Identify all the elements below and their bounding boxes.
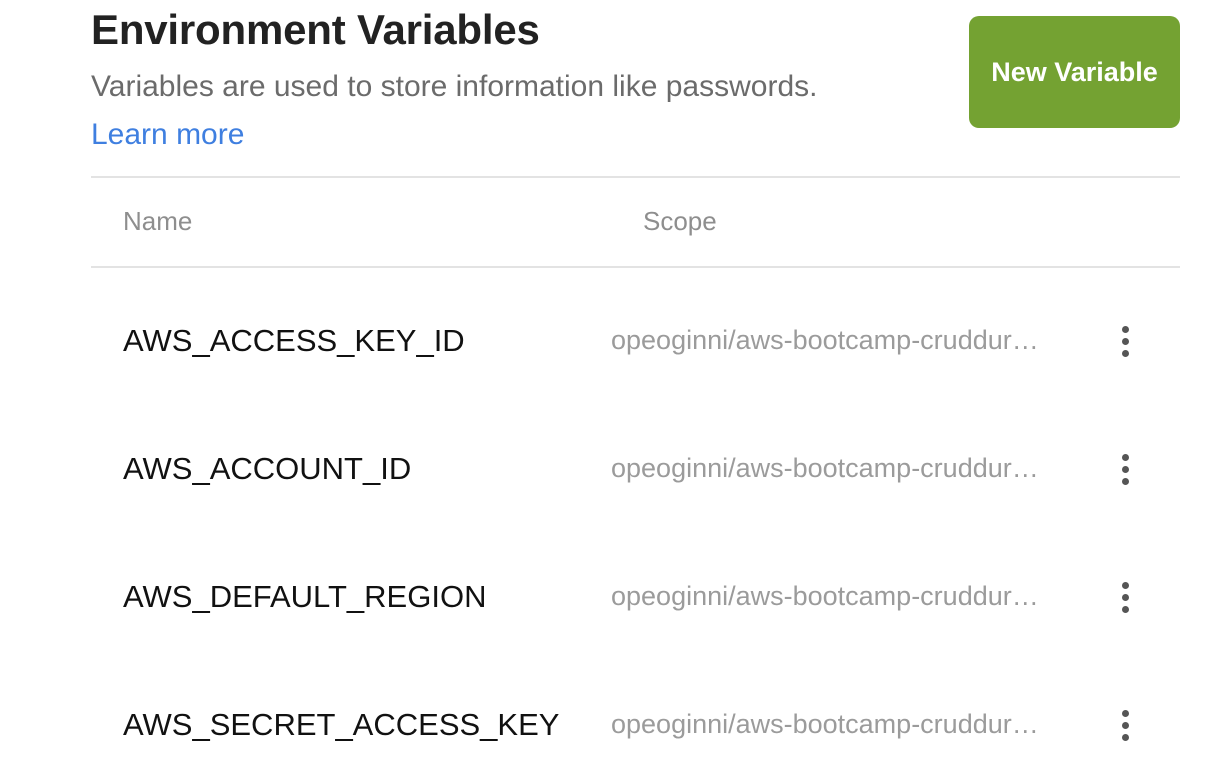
more-vertical-icon[interactable]: [1109, 577, 1141, 617]
variable-scope: opeoginni/aws-bootcamp-cruddur…: [611, 453, 1039, 483]
variable-name: AWS_ACCESS_KEY_ID: [123, 323, 465, 358]
table-row: AWS_DEFAULT_REGION opeoginni/aws-bootcam…: [91, 524, 1180, 652]
menu-dot: [1121, 721, 1129, 729]
menu-dot: [1121, 605, 1129, 613]
variable-scope: opeoginni/aws-bootcamp-cruddur…: [611, 581, 1039, 611]
table-header: Name Scope: [91, 178, 1180, 268]
variable-name: AWS_ACCOUNT_ID: [123, 451, 412, 486]
column-header-scope: Scope: [643, 206, 717, 236]
new-variable-button[interactable]: New Variable: [969, 16, 1180, 128]
menu-dot: [1121, 733, 1129, 741]
menu-dot: [1121, 349, 1129, 357]
table-row: AWS_SECRET_ACCESS_KEY opeoginni/aws-boot…: [91, 652, 1180, 780]
page-header: Environment Variables Variables are used…: [91, 0, 1180, 178]
column-header-name: Name: [123, 206, 193, 236]
variable-name: AWS_DEFAULT_REGION: [123, 579, 487, 614]
table-row: AWS_ACCOUNT_ID opeoginni/aws-bootcamp-cr…: [91, 396, 1180, 524]
environment-variables-page: Environment Variables Variables are used…: [91, 0, 1180, 780]
menu-dot: [1121, 337, 1129, 345]
menu-dot: [1121, 325, 1129, 333]
menu-dot: [1121, 477, 1129, 485]
menu-dot: [1121, 709, 1129, 717]
more-vertical-icon[interactable]: [1109, 449, 1141, 489]
learn-more-link[interactable]: Learn more: [91, 118, 244, 152]
menu-dot: [1121, 593, 1129, 601]
variables-table: AWS_ACCESS_KEY_ID opeoginni/aws-bootcamp…: [91, 268, 1180, 780]
menu-dot: [1121, 465, 1129, 473]
menu-dot: [1121, 453, 1129, 461]
variable-scope: opeoginni/aws-bootcamp-cruddur…: [611, 325, 1039, 355]
variable-name: AWS_SECRET_ACCESS_KEY: [123, 707, 560, 742]
table-row: AWS_ACCESS_KEY_ID opeoginni/aws-bootcamp…: [91, 268, 1180, 396]
more-vertical-icon[interactable]: [1109, 705, 1141, 745]
variable-scope: opeoginni/aws-bootcamp-cruddur…: [611, 709, 1039, 739]
page-title: Environment Variables: [91, 6, 540, 53]
more-vertical-icon[interactable]: [1109, 321, 1141, 361]
menu-dot: [1121, 581, 1129, 589]
page-description: Variables are used to store information …: [91, 70, 818, 103]
